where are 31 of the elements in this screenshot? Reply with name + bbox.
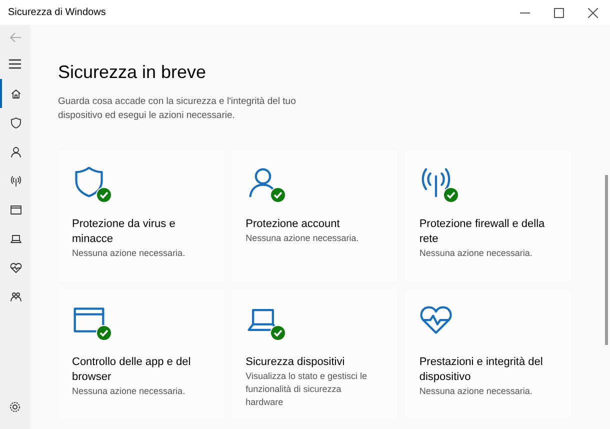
- tile-status: Nessuna azione necessaria.: [72, 385, 186, 398]
- antenna-icon: [10, 174, 22, 186]
- maximize-icon: [554, 8, 564, 18]
- tile-title: Protezione firewall e della rete: [419, 217, 546, 247]
- shield-icon: [72, 165, 106, 199]
- tile-status: Nessuna azione necessaria.: [419, 247, 534, 260]
- family-icon: [10, 290, 22, 302]
- page-title: Sicurezza in breve: [58, 61, 208, 83]
- tile-title: Prestazioni e integrità del dispositivo: [419, 355, 544, 385]
- window-title: Sicurezza di Windows: [7, 6, 106, 20]
- shield-icon: [10, 116, 22, 128]
- heart-icon: [419, 303, 454, 337]
- person-icon: [10, 146, 22, 158]
- tile-status: Nessuna azione necessaria.: [72, 247, 186, 260]
- menu-icon: [9, 59, 21, 69]
- tile-title: Protezione account: [246, 217, 341, 232]
- settings-icon: [9, 401, 21, 413]
- browser-icon: [10, 204, 22, 216]
- tile-status: Nessuna azione necessaria.: [419, 385, 534, 398]
- tile-status: Nessuna azione necessaria.: [246, 232, 360, 245]
- page-description: Guarda cosa accade con la sicurezza e l'integrità del tuo dispositivo ed esegui le azioni necessarie.: [58, 95, 297, 123]
- back-arrow-icon: [8, 30, 22, 44]
- tile-title: Protezione da virus e minacce: [72, 217, 176, 247]
- tile-title: Sicurezza dispositivi: [246, 355, 346, 370]
- tile-status: Visualizza lo stato e gestisci le funzionalità di sicurezza hardware: [246, 370, 368, 409]
- laptop-icon: [10, 232, 22, 244]
- heart-icon: [10, 262, 22, 274]
- close-icon: [588, 8, 598, 18]
- home-icon: [10, 88, 22, 100]
- tile-title: Controllo delle app e del browser: [72, 355, 192, 385]
- scrollbar[interactable]: [605, 175, 608, 345]
